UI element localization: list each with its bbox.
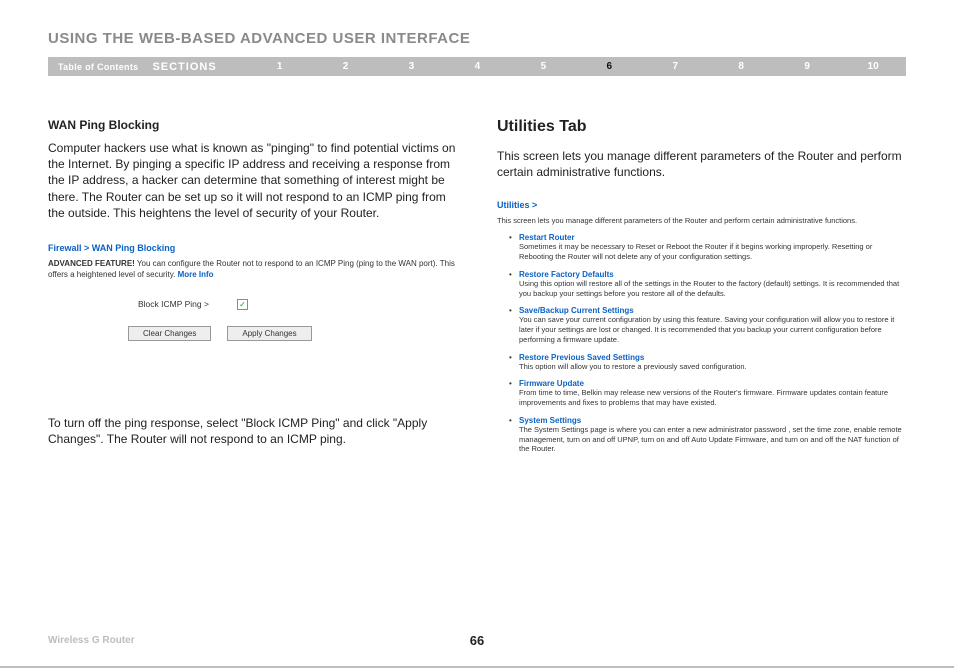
list-item: System Settings The System Settings page… [519, 416, 906, 454]
firmware-update-desc: From time to time, Belkin may release ne… [519, 388, 906, 408]
list-item: Restart Router Sometimes it may be neces… [519, 233, 906, 262]
firmware-update-link[interactable]: Firmware Update [519, 379, 906, 388]
clear-changes-button[interactable]: Clear Changes [128, 326, 211, 341]
utilities-desc: This screen lets you manage different pa… [497, 216, 906, 225]
nav-section-4[interactable]: 4 [444, 61, 510, 72]
restore-defaults-link[interactable]: Restore Factory Defaults [519, 270, 906, 279]
nav-section-8[interactable]: 8 [708, 61, 774, 72]
wan-ping-paragraph: Computer hackers use what is known as "p… [48, 140, 457, 221]
nav-section-5[interactable]: 5 [510, 61, 576, 72]
list-item: Save/Backup Current Settings You can sav… [519, 306, 906, 344]
nav-section-2[interactable]: 2 [313, 61, 379, 72]
section-nav-bar: Table of Contents SECTIONS 1 2 3 4 5 6 7… [48, 57, 906, 76]
restart-router-desc: Sometimes it may be necessary to Reset o… [519, 242, 906, 262]
left-column: WAN Ping Blocking Computer hackers use w… [48, 118, 457, 462]
nav-sections-label: SECTIONS [152, 61, 246, 73]
nav-section-1[interactable]: 1 [247, 61, 313, 72]
utilities-breadcrumb[interactable]: Utilities > [497, 200, 906, 210]
restore-previous-link[interactable]: Restore Previous Saved Settings [519, 353, 906, 362]
restart-router-link[interactable]: Restart Router [519, 233, 906, 242]
list-item: Restore Previous Saved Settings This opt… [519, 353, 906, 372]
save-backup-desc: You can save your current configuration … [519, 315, 906, 344]
page-header-title: USING THE WEB-BASED ADVANCED USER INTERF… [48, 30, 906, 47]
apply-changes-button[interactable]: Apply Changes [227, 326, 311, 341]
block-icmp-label: Block ICMP Ping > [138, 299, 209, 309]
more-info-link[interactable]: More Info [178, 270, 214, 279]
nav-section-3[interactable]: 3 [379, 61, 445, 72]
page-footer: Wireless G Router 66 [48, 635, 906, 646]
restore-previous-desc: This option will allow you to restore a … [519, 362, 906, 372]
advanced-feature-note: ADVANCED FEATURE! You can configure the … [48, 259, 457, 281]
right-column: Utilities Tab This screen lets you manag… [497, 118, 906, 462]
utilities-list: Restart Router Sometimes it may be neces… [497, 233, 906, 454]
footer-page-number: 66 [470, 633, 484, 648]
nav-section-9[interactable]: 9 [774, 61, 840, 72]
block-icmp-checkbox[interactable]: ✓ [237, 299, 248, 310]
advanced-feature-label: ADVANCED FEATURE! [48, 259, 135, 268]
wan-ping-heading: WAN Ping Blocking [48, 118, 457, 132]
save-backup-link[interactable]: Save/Backup Current Settings [519, 306, 906, 315]
firewall-breadcrumb[interactable]: Firewall > WAN Ping Blocking [48, 243, 457, 253]
restore-defaults-desc: Using this option will restore all of th… [519, 279, 906, 299]
system-settings-desc: The System Settings page is where you ca… [519, 425, 906, 454]
footer-product-name: Wireless G Router [48, 635, 135, 646]
utilities-intro: This screen lets you manage different pa… [497, 148, 906, 180]
list-item: Restore Factory Defaults Using this opti… [519, 270, 906, 299]
system-settings-link[interactable]: System Settings [519, 416, 906, 425]
nav-section-10[interactable]: 10 [840, 61, 906, 72]
nav-section-7[interactable]: 7 [642, 61, 708, 72]
wan-ping-followup: To turn off the ping response, select "B… [48, 415, 457, 447]
list-item: Firmware Update From time to time, Belki… [519, 379, 906, 408]
config-area: Block ICMP Ping > ✓ Clear Changes Apply … [138, 299, 457, 341]
nav-section-6[interactable]: 6 [576, 61, 642, 72]
nav-toc-link[interactable]: Table of Contents [48, 62, 152, 72]
utilities-heading: Utilities Tab [497, 118, 906, 136]
